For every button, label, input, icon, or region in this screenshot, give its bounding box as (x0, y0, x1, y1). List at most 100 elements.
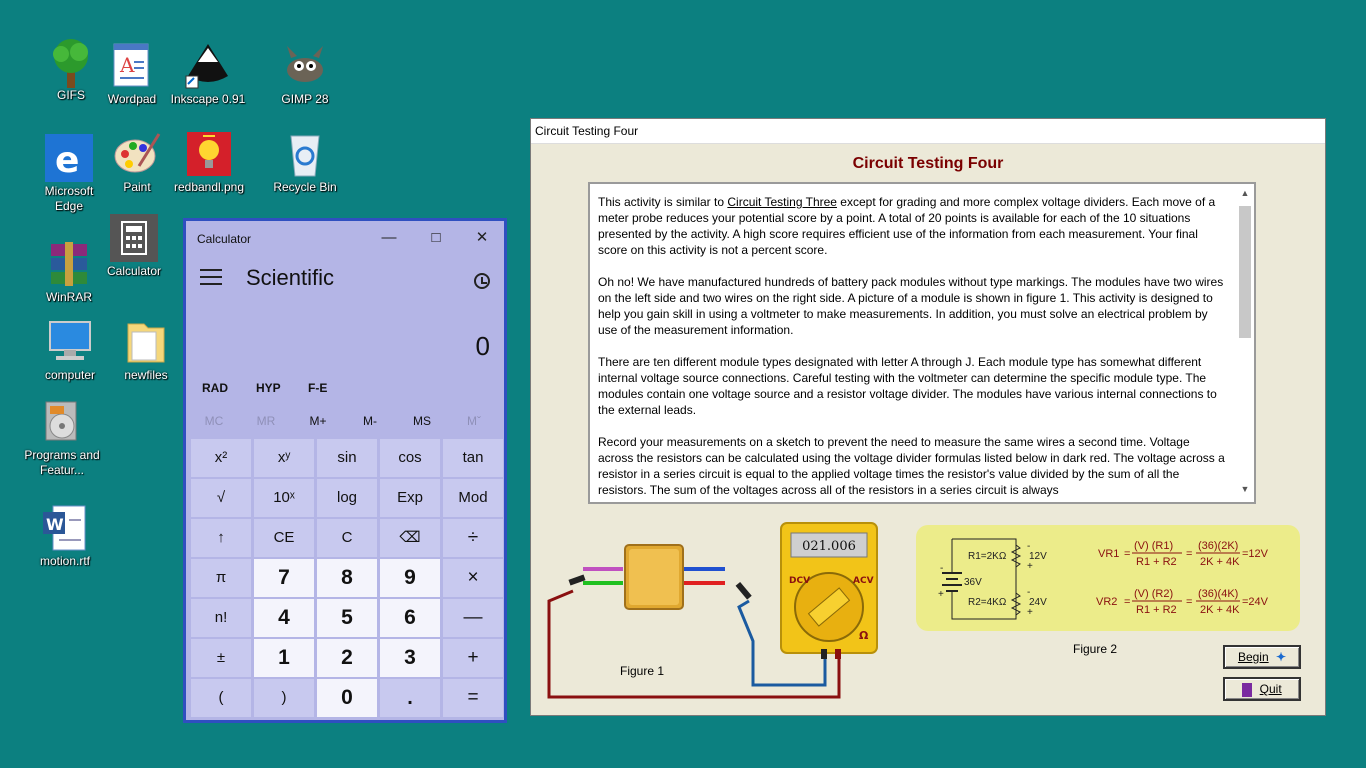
mod-button[interactable]: Mod (443, 479, 503, 517)
memory-list-button[interactable]: Mˇ (448, 414, 500, 428)
fe-button[interactable]: F-E (308, 381, 327, 395)
figure-2-diagram: - + 36V R1=2KΩ R2=4KΩ - 12V + - 24V + VR… (938, 538, 1269, 620)
digit-8-button[interactable]: 8 (317, 559, 377, 597)
ms-button[interactable]: MS (396, 414, 448, 428)
description-text: This activity is similar to Circuit Test… (598, 194, 1228, 502)
decimal-button[interactable]: . (380, 679, 440, 717)
digit-1-button[interactable]: 1 (254, 639, 314, 677)
vr1-label: VR1 (1098, 548, 1119, 560)
mc-button[interactable]: MC (188, 414, 240, 428)
m-minus-button[interactable]: M- (344, 414, 396, 428)
quit-button-label: Quit (1259, 682, 1282, 696)
calculator-titlebar[interactable]: Calculator — □ ✕ (186, 221, 504, 255)
equals-button[interactable]: = (443, 679, 503, 717)
close-button[interactable]: ✕ (459, 225, 505, 251)
hamburger-menu-icon[interactable] (200, 269, 222, 285)
recycle-bin-icon (281, 130, 329, 178)
desktop-icon-label: Inkscape 0.91 (170, 92, 246, 106)
wordpad-icon: A (108, 42, 156, 90)
factorial-button[interactable]: n! (191, 599, 251, 637)
desktop-icon-label: redbandl.png (173, 180, 245, 194)
desktop-icon-gimp[interactable]: GIMP 28 (265, 42, 345, 107)
digit-5-button[interactable]: 5 (317, 599, 377, 637)
paragraph-4: Record your measurements on a sketch to … (598, 435, 1225, 497)
digit-0-button[interactable]: 0 (317, 679, 377, 717)
calculator-window[interactable]: Calculator — □ ✕ Scientific 0 RAD HYP F-… (183, 218, 507, 723)
desktop-icon-inkscape[interactable]: Inkscape 0.91 (168, 42, 248, 107)
pi-button[interactable]: π (191, 559, 251, 597)
digit-4-button[interactable]: 4 (254, 599, 314, 637)
desktop-icon-computer[interactable]: computer (30, 318, 110, 383)
square-button[interactable]: x² (191, 439, 251, 477)
digit-6-button[interactable]: 6 (380, 599, 440, 637)
clear-button[interactable]: C (317, 519, 377, 557)
desktop-icon-calculator[interactable]: Calculator (94, 214, 174, 279)
desktop-icon-redbandl[interactable]: redbandl.png (169, 130, 249, 195)
eq1-values-denominator: 2K + 4K (1200, 556, 1240, 568)
desktop-icon-label: motion.rtf (39, 554, 90, 568)
history-icon[interactable] (474, 273, 490, 289)
word-document-icon: W (41, 504, 89, 552)
gimp-icon (281, 42, 329, 90)
ten-power-button[interactable]: 10ˣ (254, 479, 314, 517)
open-paren-button[interactable]: ( (191, 679, 251, 717)
backspace-button[interactable]: ⌫ (380, 519, 440, 557)
circuit-testing-window[interactable]: Circuit Testing Four Circuit Testing Fou… (530, 118, 1326, 716)
negate-button[interactable]: ± (191, 639, 251, 677)
m-plus-button[interactable]: M+ (292, 414, 344, 428)
digit-2-button[interactable]: 2 (317, 639, 377, 677)
exp-button[interactable]: Exp (380, 479, 440, 517)
desktop-icon-recycle-bin[interactable]: Recycle Bin (265, 130, 345, 195)
scroll-down-arrow-icon[interactable]: ▼ (1238, 484, 1252, 494)
begin-button[interactable]: Begin ✦ (1223, 645, 1301, 669)
desktop-icon-programs[interactable]: Programs and Featur... (22, 398, 102, 478)
divide-button[interactable]: ÷ (443, 519, 503, 557)
svg-text:W: W (46, 515, 64, 534)
inkscape-icon (184, 42, 232, 90)
description-textbox[interactable]: This activity is similar to Circuit Test… (588, 182, 1256, 504)
svg-text:+: + (1027, 607, 1033, 618)
window-title: Circuit Testing Four (531, 119, 1325, 144)
power-button[interactable]: xʸ (254, 439, 314, 477)
plus-button[interactable]: + (443, 639, 503, 677)
door-exit-icon (1242, 682, 1253, 697)
tan-button[interactable]: tan (443, 439, 503, 477)
desktop-icon-paint[interactable]: Paint (97, 130, 177, 195)
vertical-scrollbar[interactable]: ▲ ▼ (1238, 188, 1252, 498)
computer-icon (46, 318, 94, 366)
maximize-button[interactable]: □ (413, 225, 459, 251)
eq1-numerator: (V) (R1) (1134, 540, 1173, 552)
digit-7-button[interactable]: 7 (254, 559, 314, 597)
multiply-button[interactable]: × (443, 559, 503, 597)
figure-1-diagram: 021.006 DCV ACV Ω (547, 522, 878, 699)
digit-3-button[interactable]: 3 (380, 639, 440, 677)
svg-text:e: e (55, 140, 79, 181)
begin-button-label: Begin (1237, 650, 1269, 664)
sin-button[interactable]: sin (317, 439, 377, 477)
log-button[interactable]: log (317, 479, 377, 517)
quit-button[interactable]: Quit (1223, 677, 1301, 701)
eq1-denominator: R1 + R2 (1136, 556, 1177, 568)
calculator-display: 0 (475, 331, 490, 361)
sqrt-button[interactable]: √ (191, 479, 251, 517)
scrollbar-thumb[interactable] (1239, 206, 1251, 338)
svg-text:A: A (119, 53, 135, 77)
digit-9-button[interactable]: 9 (380, 559, 440, 597)
desktop-icon-wordpad[interactable]: A Wordpad (92, 42, 172, 107)
minimize-button[interactable]: — (366, 225, 412, 251)
circuit-testing-three-link[interactable]: Circuit Testing Three (727, 195, 837, 209)
desktop-icon-label: Wordpad (107, 92, 157, 106)
cos-button[interactable]: cos (380, 439, 440, 477)
hyp-button[interactable]: HYP (256, 381, 281, 395)
close-paren-button[interactable]: ) (254, 679, 314, 717)
angle-button-rad[interactable]: RAD (202, 381, 228, 395)
shift-button[interactable]: ↑ (191, 519, 251, 557)
minus-button[interactable]: — (443, 599, 503, 637)
ce-button[interactable]: CE (254, 519, 314, 557)
scroll-up-arrow-icon[interactable]: ▲ (1238, 188, 1252, 198)
mr-button[interactable]: MR (240, 414, 292, 428)
edge-icon: e (45, 134, 93, 182)
desktop-icon-motion-rtf[interactable]: W motion.rtf (25, 504, 105, 569)
desktop-icon-newfiles[interactable]: newfiles (106, 318, 186, 383)
r1-label: R1=2KΩ (968, 551, 1007, 562)
